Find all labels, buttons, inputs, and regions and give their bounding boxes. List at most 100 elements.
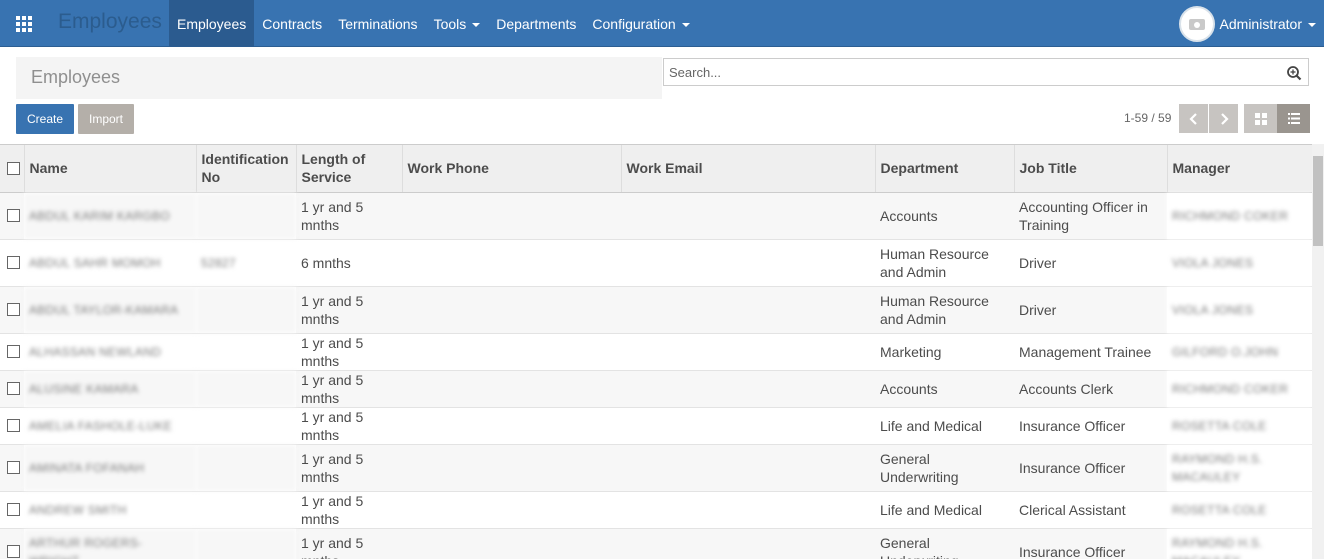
cell-manager: RAYMOND H.S. MACAULEY	[1167, 528, 1312, 559]
cell-name: ABDUL SAHR MOMOH	[24, 239, 196, 287]
row-checkbox[interactable]	[7, 303, 20, 316]
cell-work-phone	[402, 192, 621, 240]
chevron-down-icon	[681, 22, 690, 27]
column-header-manager[interactable]: Manager	[1167, 145, 1312, 193]
cell-manager: ROSETTA COLE	[1167, 407, 1312, 445]
cell-work-phone	[402, 370, 621, 408]
table-row[interactable]: AMELIA FASHOLE-LUKE 1 yr and 5 mnths Life …	[0, 407, 1312, 445]
menu-item-contracts[interactable]: Contracts	[254, 0, 330, 47]
cell-name: ANDREW SMITH	[24, 491, 196, 529]
table-row[interactable]: ABDUL SAHR MOMOH 52827 6 mnths Human Resour…	[0, 239, 1312, 287]
search-input[interactable]	[669, 65, 1269, 80]
cell-job-title: Driver	[1014, 286, 1167, 334]
create-button[interactable]: Create	[16, 104, 74, 134]
menu-item-label: Terminations	[338, 15, 418, 32]
search-bar[interactable]	[663, 58, 1309, 86]
chevron-down-icon	[1308, 23, 1316, 27]
column-header-identification-no[interactable]: Identification No	[196, 145, 297, 193]
employee-list: Name Identification No Length of Service…	[0, 144, 1312, 559]
row-checkbox[interactable]	[7, 345, 20, 358]
cell-identification-no	[196, 192, 296, 240]
kanban-grid-icon	[1254, 112, 1267, 125]
cell-work-email	[621, 286, 875, 334]
cell-identification-no	[196, 528, 296, 559]
search-icon[interactable]	[1286, 65, 1302, 81]
cell-identification-no	[196, 370, 296, 408]
row-select-cell[interactable]	[0, 239, 24, 287]
cell-department: Human Resource and Admin	[875, 239, 1014, 287]
cell-length-of-service: 1 yr and 5 mnths	[296, 528, 402, 559]
column-header-name[interactable]: Name	[24, 145, 197, 193]
cell-department: General Underwriting	[875, 528, 1014, 559]
pager-value[interactable]: 1-59 / 59	[1124, 111, 1171, 125]
row-checkbox[interactable]	[7, 419, 20, 432]
row-select-cell[interactable]	[0, 370, 24, 408]
cell-job-title: Clerical Assistant	[1014, 491, 1167, 529]
camera-icon	[1188, 18, 1205, 30]
cell-manager: VIOLA JONES	[1167, 286, 1312, 334]
column-header-length-of-service[interactable]: Length of Service	[296, 145, 403, 193]
cell-identification-no: 52827	[196, 239, 296, 287]
table-row[interactable]: ALUSINE KAMARA 1 yr and 5 mnths Accounts Ac…	[0, 370, 1312, 408]
table-row[interactable]: ARTHUR ROGERS-WRIGHT 1 yr and 5 mnths Gene…	[0, 528, 1312, 559]
column-header-work-email[interactable]: Work Email	[621, 145, 876, 193]
row-select-cell[interactable]	[0, 528, 24, 559]
row-checkbox[interactable]	[7, 382, 20, 395]
main-menu: Employees Contracts Terminations Tools Depar…	[169, 0, 698, 47]
apps-menu-icon[interactable]	[0, 0, 47, 47]
scrollbar-thumb[interactable]	[1313, 156, 1323, 246]
import-button[interactable]: Import	[78, 104, 134, 134]
menu-item-configuration[interactable]: Configuration	[584, 0, 697, 47]
list-view-button[interactable]	[1277, 104, 1310, 133]
cell-manager: RICHMOND COKER	[1167, 192, 1312, 240]
user-menu[interactable]: Administrator	[1178, 6, 1316, 42]
table-header-row: Name Identification No Length of Service…	[0, 145, 1312, 193]
pager-previous-button[interactable]	[1179, 104, 1208, 133]
table-row[interactable]: ALHASSAN NEWLAND 1 yr and 5 mnths Marketin…	[0, 333, 1312, 371]
cell-department: Accounts	[875, 192, 1014, 240]
menu-item-employees[interactable]: Employees	[169, 0, 255, 47]
row-checkbox[interactable]	[7, 461, 20, 474]
cell-work-phone	[402, 491, 621, 529]
cell-work-phone	[402, 407, 621, 445]
cell-name: ALUSINE KAMARA	[24, 370, 196, 408]
table-row[interactable]: ANDREW SMITH 1 yr and 5 mnths Life and Med…	[0, 491, 1312, 529]
row-checkbox[interactable]	[7, 209, 20, 222]
cell-work-email	[621, 192, 875, 240]
row-select-cell[interactable]	[0, 286, 24, 334]
app-brand-title: Employees	[58, 10, 162, 33]
pager-next-button[interactable]	[1209, 104, 1238, 133]
menu-item-tools[interactable]: Tools	[426, 0, 489, 47]
row-select-cell[interactable]	[0, 407, 24, 445]
row-select-cell[interactable]	[0, 444, 24, 492]
menu-item-departments[interactable]: Departments	[488, 0, 584, 47]
column-header-department[interactable]: Department	[875, 145, 1015, 193]
select-all-header[interactable]	[0, 145, 25, 193]
chevron-left-icon	[1188, 112, 1197, 125]
kanban-view-button[interactable]	[1244, 104, 1277, 133]
table-row[interactable]: ABDUL KARIM KARGBO 1 yr and 5 mnths Accoun…	[0, 192, 1312, 240]
column-header-job-title[interactable]: Job Title	[1014, 145, 1168, 193]
row-checkbox[interactable]	[7, 503, 20, 516]
table-row[interactable]: AMINATA FOFANAH 1 yr and 5 mnths General U…	[0, 444, 1312, 492]
cell-job-title: Insurance Officer	[1014, 444, 1167, 492]
vertical-scrollbar[interactable]	[1312, 144, 1324, 559]
cell-job-title: Accounting Officer in Training	[1014, 192, 1167, 240]
cell-department: Life and Medical	[875, 491, 1014, 529]
cell-length-of-service: 1 yr and 5 mnths	[296, 491, 402, 529]
select-all-checkbox[interactable]	[7, 161, 20, 175]
cell-length-of-service: 6 mnths	[296, 239, 402, 287]
column-header-work-phone[interactable]: Work Phone	[402, 145, 622, 193]
row-checkbox[interactable]	[7, 256, 20, 269]
cell-work-email	[621, 239, 875, 287]
row-select-cell[interactable]	[0, 333, 24, 371]
cell-work-phone	[402, 239, 621, 287]
row-select-cell[interactable]	[0, 491, 24, 529]
table-row[interactable]: ABDUL TAYLOR-KAMARA 1 yr and 5 mnths Human…	[0, 286, 1312, 334]
cell-work-email	[621, 491, 875, 529]
menu-item-terminations[interactable]: Terminations	[330, 0, 425, 47]
row-checkbox[interactable]	[7, 545, 20, 558]
cell-name: AMINATA FOFANAH	[24, 444, 196, 492]
cell-department: Human Resource and Admin	[875, 286, 1014, 334]
row-select-cell[interactable]	[0, 192, 24, 240]
